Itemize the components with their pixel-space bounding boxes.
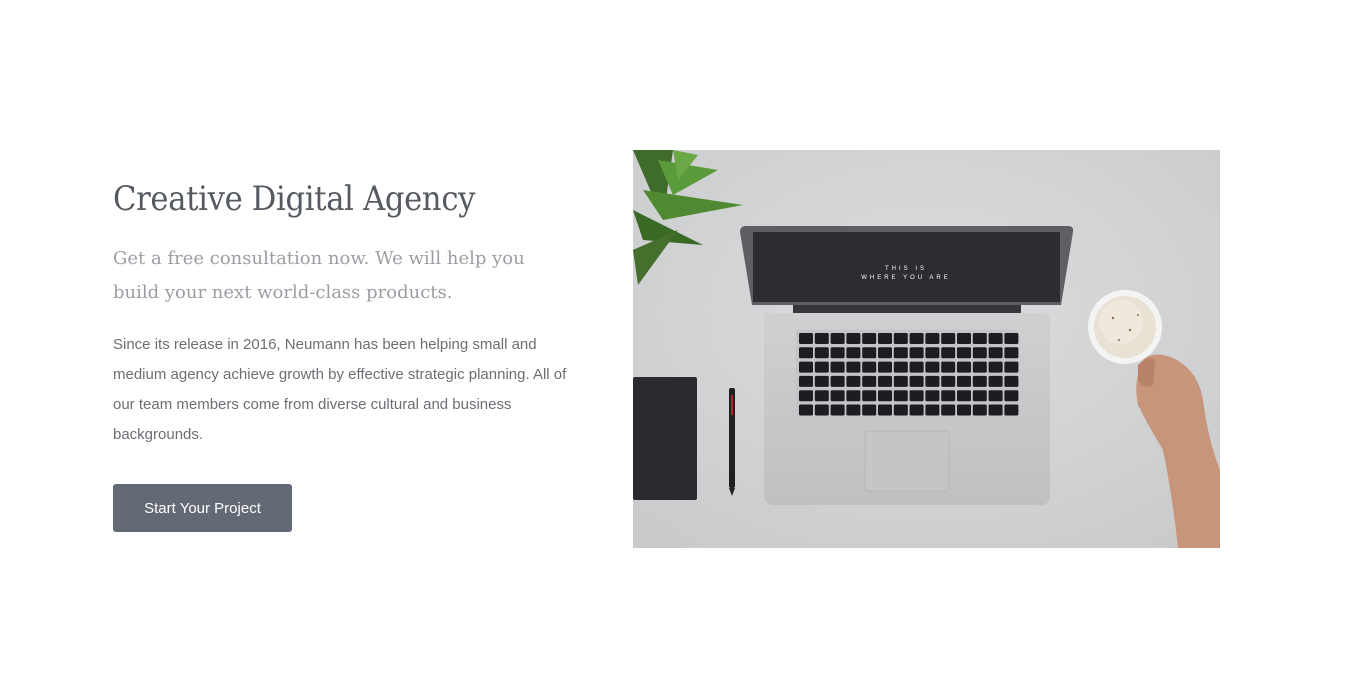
keyboard-key bbox=[893, 390, 908, 402]
keyboard-key bbox=[862, 361, 877, 373]
keyboard-key bbox=[957, 404, 971, 416]
keyboard-key bbox=[846, 390, 861, 402]
keyboard-key bbox=[1004, 333, 1019, 344]
keyboard-key bbox=[862, 404, 877, 416]
keyboard-key bbox=[988, 375, 1003, 387]
keyboard-key bbox=[830, 375, 845, 387]
keyboard-key bbox=[814, 375, 829, 387]
keyboard-key bbox=[957, 333, 971, 344]
keyboard-key bbox=[972, 404, 987, 416]
keyboard-key bbox=[957, 347, 971, 359]
keyboard-key bbox=[830, 404, 845, 416]
keyboard-key bbox=[972, 347, 987, 359]
keyboard-key bbox=[814, 333, 829, 344]
keyboard-key bbox=[830, 390, 845, 402]
keyboard-key bbox=[925, 361, 940, 373]
pen-icon bbox=[729, 388, 735, 496]
keyboard-key bbox=[814, 347, 829, 359]
keyboard-key bbox=[799, 404, 813, 416]
keyboard-key bbox=[925, 375, 940, 387]
keyboard-key bbox=[862, 347, 877, 359]
keyboard-key bbox=[941, 390, 956, 402]
keyboard-key bbox=[814, 390, 829, 402]
keyboard-key bbox=[941, 347, 956, 359]
keyboard-key bbox=[1004, 347, 1019, 359]
keyboard-key bbox=[878, 404, 892, 416]
keyboard-key bbox=[972, 375, 987, 387]
keyboard-key bbox=[925, 347, 940, 359]
keyboard-key bbox=[988, 361, 1003, 373]
keyboard-key bbox=[814, 404, 829, 416]
notebook-icon bbox=[633, 377, 697, 500]
keyboard-key bbox=[846, 347, 861, 359]
keyboard-key bbox=[830, 361, 845, 373]
keyboard-key bbox=[893, 333, 908, 344]
keyboard-key bbox=[941, 375, 956, 387]
keyboard-key bbox=[799, 361, 813, 373]
keyboard-key bbox=[862, 390, 877, 402]
keyboard-key bbox=[846, 404, 861, 416]
keyboard-key bbox=[909, 375, 924, 387]
keyboard-key bbox=[972, 333, 987, 344]
keyboard-key bbox=[909, 347, 924, 359]
keyboard-key bbox=[893, 404, 908, 416]
keyboard-key bbox=[1004, 375, 1019, 387]
keyboard-key bbox=[1004, 390, 1019, 402]
keyboard-key bbox=[893, 375, 908, 387]
keyboard-key bbox=[972, 390, 987, 402]
laptop-screen-line2: WHERE YOU ARE bbox=[861, 275, 951, 281]
keyboard-key bbox=[893, 347, 908, 359]
keyboard-key bbox=[799, 390, 813, 402]
keyboard-key bbox=[925, 390, 940, 402]
keyboard-key bbox=[846, 361, 861, 373]
keyboard-key bbox=[846, 375, 861, 387]
hero-title: Creative Digital Agency bbox=[113, 179, 476, 219]
hero-image: THIS IS WHERE YOU ARE bbox=[633, 150, 1220, 548]
keyboard-key bbox=[941, 404, 956, 416]
keyboard-key bbox=[972, 361, 987, 373]
keyboard-key bbox=[878, 347, 892, 359]
keyboard-key bbox=[988, 404, 1003, 416]
keyboard-key bbox=[941, 333, 956, 344]
keyboard-key bbox=[957, 361, 971, 373]
keyboard-key bbox=[878, 375, 892, 387]
hero-description: Since its release in 2016, Neumann has b… bbox=[113, 336, 567, 443]
keyboard-key bbox=[957, 375, 971, 387]
laptop-icon: THIS IS WHERE YOU ARE bbox=[740, 226, 1074, 505]
keyboard-key bbox=[830, 347, 845, 359]
keyboard-key bbox=[799, 347, 813, 359]
keyboard-key bbox=[957, 390, 971, 402]
keyboard-key bbox=[909, 361, 924, 373]
keyboard-key bbox=[1004, 404, 1019, 416]
keyboard-key bbox=[925, 333, 940, 344]
keyboard-key bbox=[909, 333, 924, 344]
keyboard-key bbox=[862, 333, 877, 344]
keyboard-key bbox=[846, 333, 861, 344]
keyboard-key bbox=[988, 390, 1003, 402]
workspace-illustration: THIS IS WHERE YOU ARE bbox=[633, 150, 1220, 548]
keyboard-key bbox=[878, 333, 892, 344]
laptop-screen-line1: THIS IS bbox=[885, 266, 927, 272]
keyboard-key bbox=[988, 347, 1003, 359]
keyboard-key bbox=[814, 361, 829, 373]
keyboard-key bbox=[799, 375, 813, 387]
keyboard-key bbox=[799, 333, 813, 344]
keyboard-key bbox=[988, 333, 1003, 344]
keyboard-key bbox=[909, 404, 924, 416]
hero-section: Creative Digital Agency Get a free consu… bbox=[0, 0, 1366, 698]
coffee-cup-icon bbox=[1088, 290, 1162, 364]
keyboard-key bbox=[925, 404, 940, 416]
start-project-button[interactable]: Start Your Project bbox=[113, 484, 292, 532]
hero-text-column: Creative Digital Agency Get a free consu… bbox=[113, 176, 583, 450]
keyboard-key bbox=[893, 361, 908, 373]
keyboard-key bbox=[878, 390, 892, 402]
hero-subtitle: Get a free consultation now. We will hel… bbox=[113, 248, 525, 303]
keyboard-key bbox=[941, 361, 956, 373]
keyboard-key bbox=[830, 333, 845, 344]
keyboard-key bbox=[878, 361, 892, 373]
keyboard-key bbox=[1004, 361, 1019, 373]
keyboard-key bbox=[862, 375, 877, 387]
keyboard-key bbox=[909, 390, 924, 402]
